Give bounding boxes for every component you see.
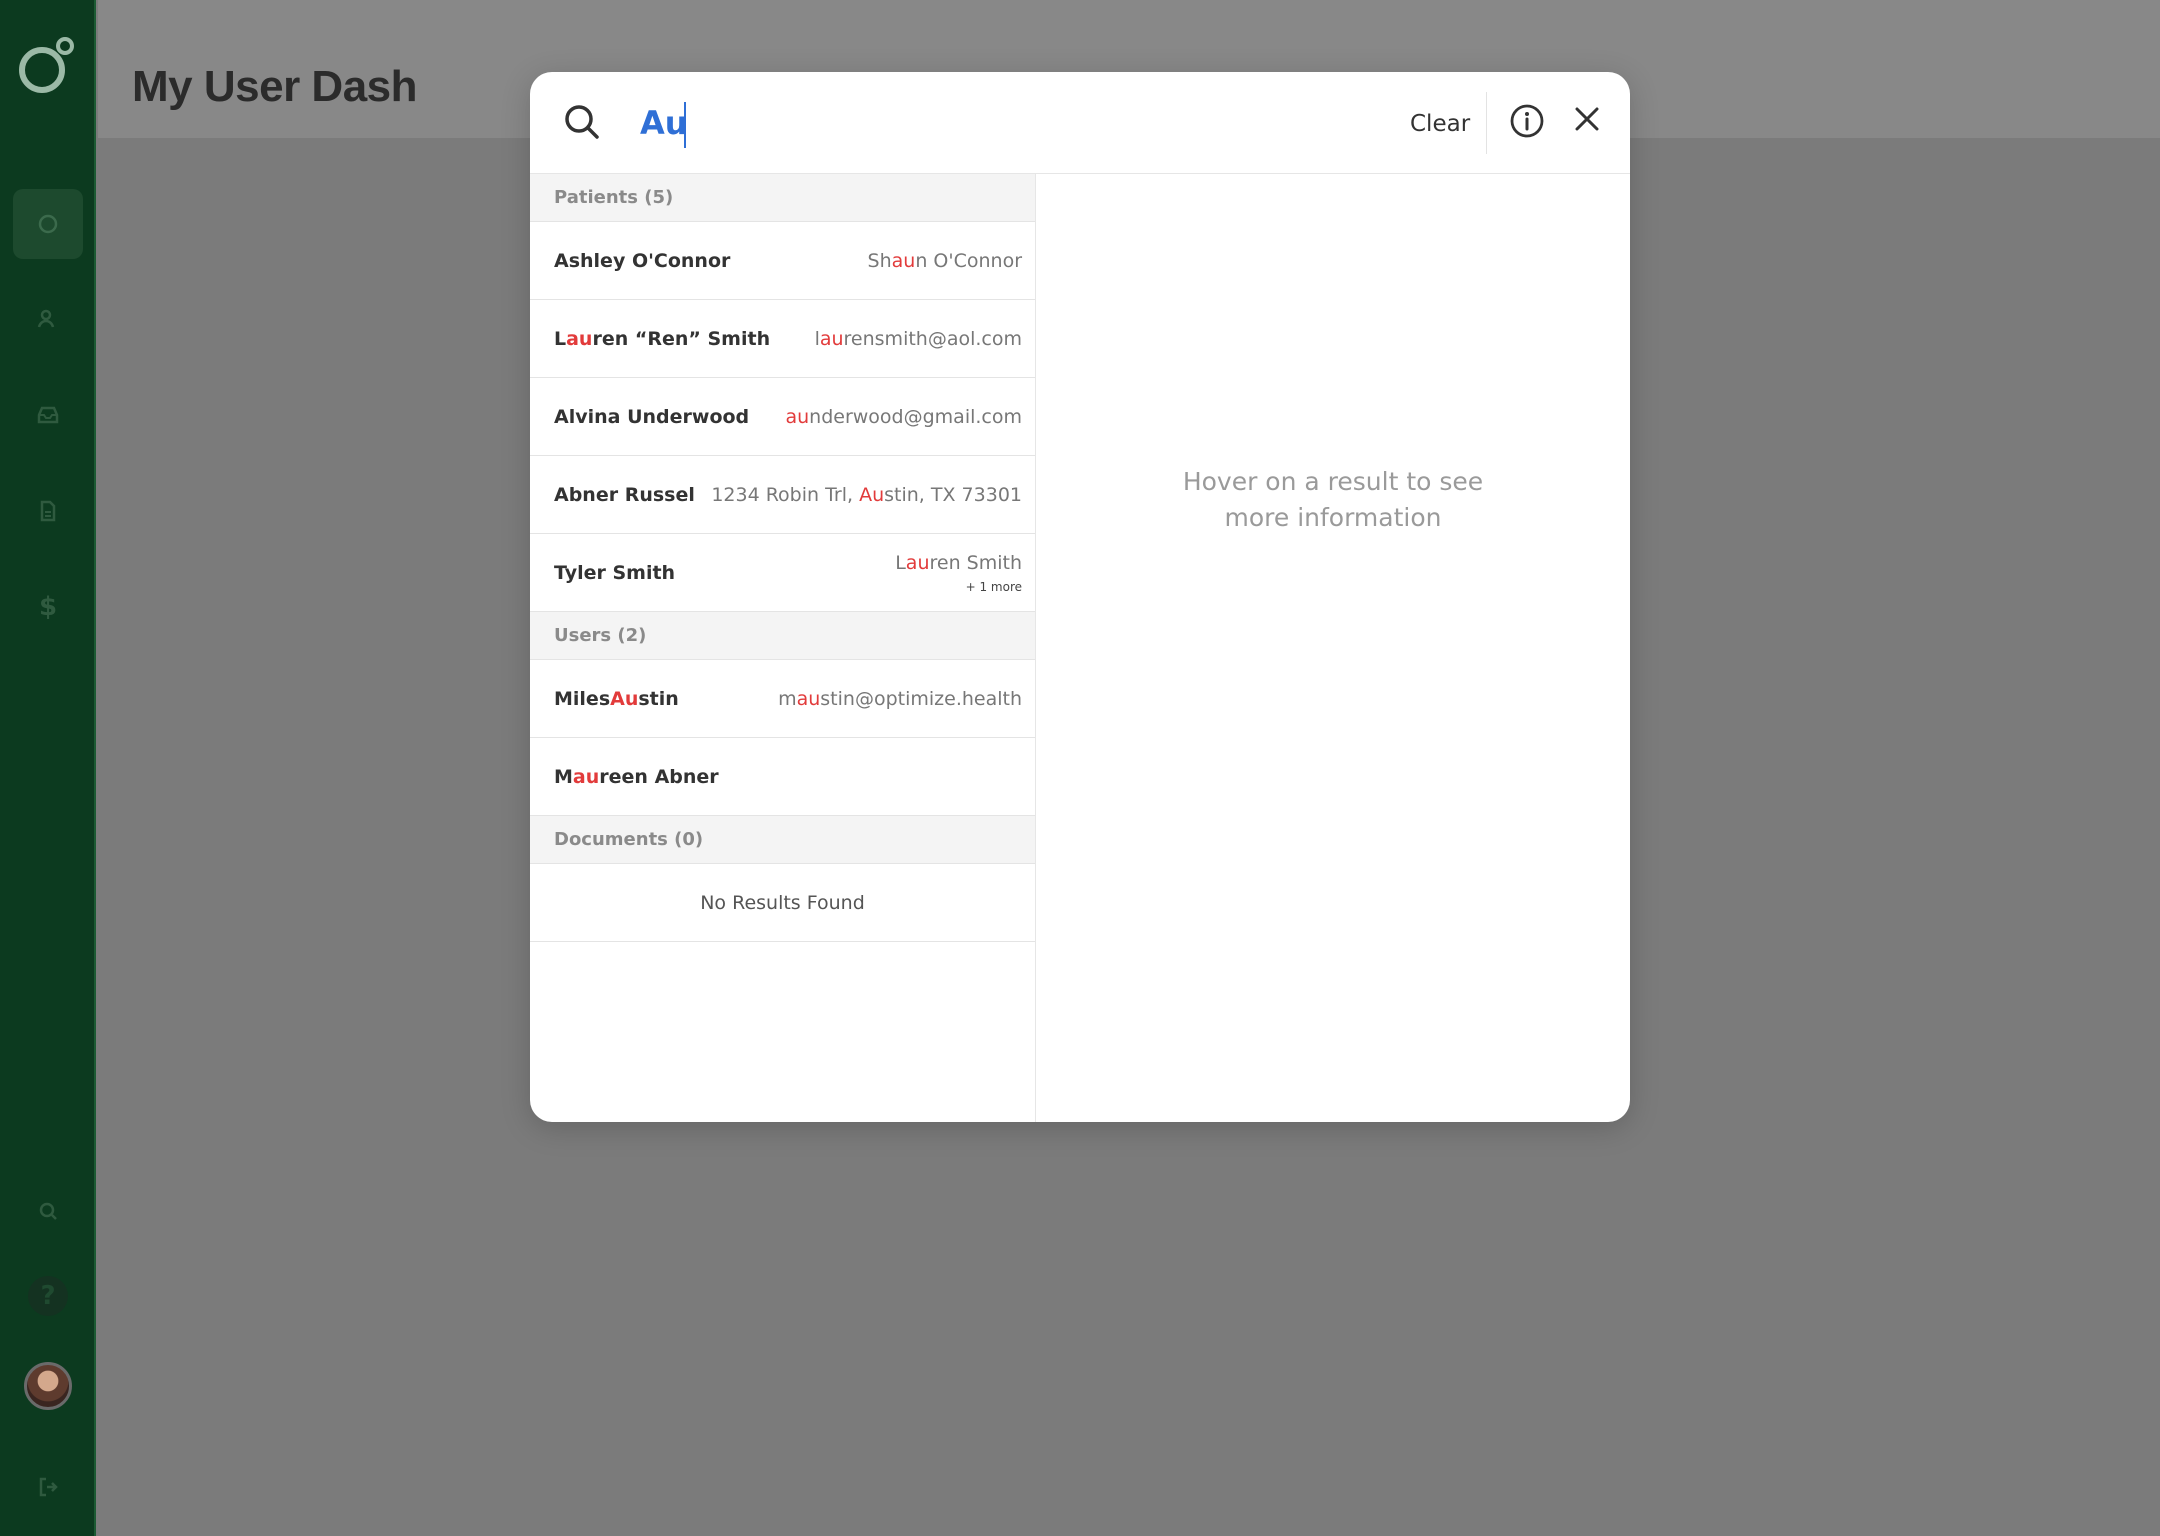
result-row[interactable]: Lau ren “Ren” Smith laurensmith@aol.com	[530, 300, 1035, 378]
result-detail-line: Shaun O'Connor	[868, 250, 1022, 272]
search-icon	[565, 105, 599, 139]
match-highlight: Au	[610, 688, 639, 710]
home-icon	[38, 214, 58, 234]
result-row[interactable]: Ashley O'Connor Shaun O'Connor	[530, 222, 1035, 300]
nav-home[interactable]	[13, 189, 83, 259]
result-name: Abner Russel	[554, 456, 695, 534]
text-segment: M	[554, 766, 573, 788]
sidebar: $ ?	[0, 0, 96, 1536]
result-detail-line: maustin@optimize.health	[778, 688, 1022, 710]
text-segment: stin, TX 73301	[884, 484, 1022, 506]
match-highlight: au	[796, 688, 821, 710]
text-segment: reen Abner	[599, 766, 719, 788]
result-name: Alvina Underwood	[554, 378, 749, 456]
match-highlight: au	[891, 250, 916, 272]
match-highlight: au	[572, 766, 600, 788]
more-count: + 1 more	[965, 580, 1022, 594]
clear-button[interactable]: Clear	[1410, 104, 1470, 144]
nav-users[interactable]	[13, 284, 83, 354]
result-row[interactable]: Alvina Underwood aunderwood@gmail.com	[530, 378, 1035, 456]
result-row[interactable]: Mau reen Abner	[530, 738, 1035, 816]
match-highlight: au	[785, 406, 810, 428]
match-highlight: Au	[859, 484, 885, 506]
dollar-icon: $	[38, 592, 58, 622]
result-detail: 1234 Robin Trl, Austin, TX 73301	[711, 456, 1022, 534]
match-highlight: au	[905, 552, 930, 574]
text-segment: n O'Connor	[915, 250, 1022, 272]
result-row[interactable]: Miles Au stin maustin@optimize.health	[530, 660, 1035, 738]
text-segment: Sh	[867, 250, 892, 272]
result-name: Mau reen Abner	[554, 738, 719, 816]
result-detail-line: laurensmith@aol.com	[815, 328, 1022, 350]
section-header-patients: Patients (5)	[530, 174, 1035, 222]
result-detail-line: Lauren Smith	[895, 552, 1022, 574]
text-segment: Miles	[554, 688, 611, 710]
search-modal: Clear Patients (5) Ashley O'ConnorShaun …	[530, 72, 1630, 1122]
text-segment: rensmith@aol.com	[843, 328, 1022, 350]
text-segment: ren “Ren” Smith	[592, 328, 771, 350]
search-bar: Clear	[530, 72, 1630, 174]
match-highlight: au	[819, 328, 844, 350]
text-segment: Alvina Underwood	[554, 406, 750, 428]
result-name: Lau ren “Ren” Smith	[554, 300, 770, 378]
result-name: Ashley O'Connor	[554, 222, 730, 300]
users-icon	[37, 309, 55, 328]
text-segment: stin@optimize.health	[820, 688, 1022, 710]
result-detail-line: aunderwood@gmail.com	[785, 406, 1022, 428]
text-segment: L	[895, 552, 906, 574]
documents-icon	[40, 500, 56, 522]
text-segment: L	[554, 328, 567, 350]
text-segment: Tyler Smith	[554, 562, 676, 584]
text-segment: m	[778, 688, 797, 710]
logout-icon	[39, 1477, 58, 1497]
result-detail: Lauren Smith + 1 more	[895, 534, 1022, 612]
nav-documents[interactable]	[13, 476, 83, 546]
avatar[interactable]	[24, 1362, 72, 1410]
nav-search[interactable]	[13, 1176, 83, 1246]
page-title: My User Dash	[132, 62, 418, 111]
text-segment: 1234 Robin Trl,	[711, 484, 860, 506]
nav-billing[interactable]: $	[13, 572, 83, 642]
text-segment: Abner Russel	[554, 484, 695, 506]
close-button[interactable]	[1572, 104, 1602, 134]
section-header-documents: Documents (0)	[530, 816, 1035, 864]
nav-help[interactable]: ?	[13, 1261, 83, 1331]
text-segment: Ashley O'Connor	[554, 250, 731, 272]
match-highlight: au	[566, 328, 593, 350]
no-results-message: No Results Found	[530, 864, 1035, 942]
section-header-users: Users (2)	[530, 612, 1035, 660]
hover-hint: Hover on a result to see more informatio…	[1182, 467, 1484, 532]
help-icon: ?	[28, 1276, 68, 1316]
detail-pane: Hover on a result to see more informatio…	[1036, 174, 1630, 1122]
result-detail: aunderwood@gmail.com	[785, 378, 1022, 456]
text-segment: ren Smith	[929, 552, 1022, 574]
text-segment: stin	[638, 688, 679, 710]
result-name: Tyler Smith	[554, 534, 675, 612]
nav-logout[interactable]	[13, 1452, 83, 1522]
result-row[interactable]: Tyler Smith Lauren Smith + 1 more	[530, 534, 1035, 612]
divider	[1486, 92, 1487, 154]
app-logo	[19, 37, 74, 93]
result-detail: maustin@optimize.health	[778, 660, 1022, 738]
result-detail: laurensmith@aol.com	[815, 300, 1022, 378]
result-detail: Shaun O'Connor	[868, 222, 1022, 300]
text-caret	[684, 102, 686, 148]
text-segment: nderwood@gmail.com	[809, 406, 1022, 428]
search-icon	[39, 1202, 57, 1220]
info-button[interactable]	[1508, 102, 1546, 140]
nav-inbox[interactable]	[13, 380, 83, 450]
close-icon	[1575, 107, 1599, 131]
result-detail-line: 1234 Robin Trl, Austin, TX 73301	[711, 484, 1022, 506]
results-list: Patients (5) Ashley O'Connor Shaun O'Conn…	[530, 174, 1036, 1122]
info-icon	[1510, 104, 1544, 138]
search-input[interactable]	[640, 94, 1340, 152]
result-name: Miles Au stin	[554, 660, 679, 738]
result-row[interactable]: Abner Russel 1234 Robin Trl, Austin, TX 7…	[530, 456, 1035, 534]
inbox-icon	[37, 406, 59, 424]
